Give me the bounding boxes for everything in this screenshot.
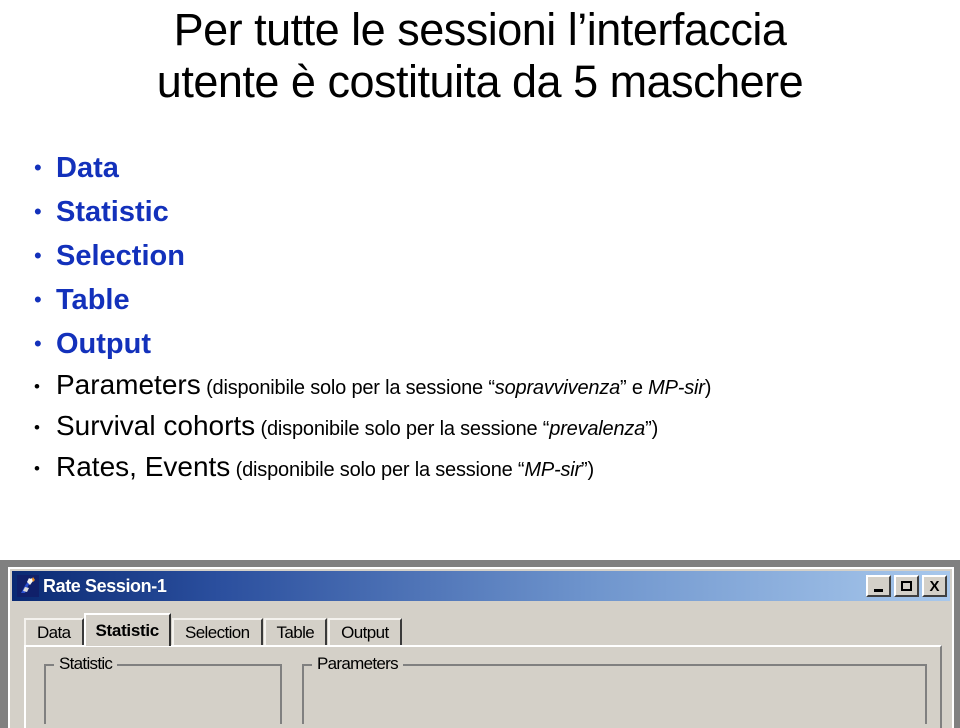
tab-label: Data bbox=[37, 623, 71, 642]
list-item-label: Table bbox=[56, 284, 130, 316]
list-item-note: (disponibile solo per la sessione “preva… bbox=[255, 418, 659, 440]
note-close: ) bbox=[704, 377, 712, 399]
note-emphasis-1: sopravvivenza bbox=[494, 377, 621, 399]
tab-label: Output bbox=[341, 623, 389, 642]
groupbox-label: Parameters bbox=[312, 654, 403, 674]
list-item-rates-events: • Rates, Events (disponibile solo per la… bbox=[0, 448, 960, 489]
list-item-title: Rates, Events bbox=[56, 451, 231, 482]
list-item-label: Data bbox=[56, 152, 119, 184]
bullet-icon: • bbox=[34, 418, 40, 437]
tab-output[interactable]: Output bbox=[328, 618, 402, 646]
list-item-survival-cohorts: • Survival cohorts (disponibile solo per… bbox=[0, 407, 960, 448]
list-item-note: (disponibile solo per la sessione “sopra… bbox=[201, 377, 711, 399]
page-title: Per tutte le sessioni l’interfaccia uten… bbox=[0, 0, 960, 108]
groupbox-label: Statistic bbox=[54, 654, 118, 674]
bullet-icon: • bbox=[34, 155, 42, 180]
bullet-icon: • bbox=[34, 199, 42, 224]
list-item-label: Output bbox=[56, 328, 152, 360]
tab-label: Selection bbox=[184, 623, 250, 642]
tab-label: Table bbox=[276, 623, 315, 642]
page-title-line-1: Per tutte le sessioni l’interfaccia bbox=[173, 4, 787, 55]
page-title-line-2: utente è costituita da 5 maschere bbox=[156, 56, 804, 107]
list-item-parameters: • Parameters (disponibile solo per la se… bbox=[0, 366, 960, 407]
minimize-icon bbox=[874, 588, 883, 592]
list-item-title: Survival cohorts bbox=[56, 410, 256, 441]
note-open: (disponibile solo per la sessione “ bbox=[255, 418, 550, 440]
list-item-label: Rates, Events (disponibile solo per la s… bbox=[56, 451, 960, 486]
note-open: (disponibile solo per la sessione “ bbox=[230, 459, 525, 481]
list-item-label: Parameters (disponibile solo per la sess… bbox=[56, 369, 960, 404]
maximize-button[interactable] bbox=[894, 575, 919, 597]
window-controls: X bbox=[866, 575, 947, 597]
groupbox-row: Statistic Parameters bbox=[26, 647, 940, 724]
list-item-selection: • Selection bbox=[0, 234, 960, 278]
note-emphasis-2: MP-sir bbox=[648, 377, 705, 399]
list-item-label: Selection bbox=[56, 240, 185, 272]
list-item-label: Survival cohorts (disponibile solo per l… bbox=[56, 410, 960, 445]
close-button[interactable]: X bbox=[922, 575, 947, 597]
tab-data[interactable]: Data bbox=[24, 618, 84, 646]
note-close: ) bbox=[587, 459, 594, 481]
note-close: ) bbox=[651, 418, 659, 440]
bullet-icon: • bbox=[34, 243, 42, 268]
app-icon bbox=[17, 575, 39, 597]
feature-bullet-list: • Data • Statistic • Selection • Table •… bbox=[0, 146, 960, 489]
tab-label: Statistic bbox=[95, 620, 160, 640]
tab-panel-statistic: Statistic Parameters bbox=[24, 645, 942, 728]
groupbox-statistic: Statistic bbox=[44, 654, 282, 724]
tab-statistic[interactable]: Statistic bbox=[83, 613, 171, 646]
list-item-note: (disponibile solo per la sessione “MP-si… bbox=[230, 459, 594, 481]
bullet-icon: • bbox=[34, 287, 42, 312]
note-emphasis-1: MP-sir bbox=[524, 459, 581, 481]
embedded-application-screenshot: Rate Session-1 X Data Statistic Selectio… bbox=[0, 560, 960, 728]
window-title: Rate Session-1 bbox=[43, 575, 167, 596]
list-item-data: • Data bbox=[0, 146, 960, 190]
list-item-statistic: • Statistic bbox=[0, 190, 960, 234]
tab-bar: Data Statistic Selection Table Output bbox=[24, 613, 952, 646]
bullet-icon: • bbox=[34, 331, 42, 356]
tab-selection[interactable]: Selection bbox=[171, 618, 263, 646]
note-open: (disponibile solo per la sessione “ bbox=[200, 377, 495, 399]
bullet-icon: • bbox=[34, 377, 40, 396]
list-item-label: Statistic bbox=[56, 196, 169, 228]
groupbox-parameters: Parameters bbox=[302, 654, 927, 724]
list-item-title: Parameters bbox=[56, 369, 201, 400]
bullet-icon: • bbox=[34, 459, 40, 478]
list-item-output: • Output bbox=[0, 322, 960, 366]
application-window: Rate Session-1 X Data Statistic Selectio… bbox=[8, 567, 954, 728]
note-mid: ” e bbox=[620, 377, 649, 399]
window-title-bar[interactable]: Rate Session-1 X bbox=[12, 571, 950, 601]
maximize-icon bbox=[901, 581, 912, 591]
note-emphasis-1: prevalenza bbox=[549, 418, 646, 440]
list-item-table: • Table bbox=[0, 278, 960, 322]
minimize-button[interactable] bbox=[866, 575, 891, 597]
tab-table[interactable]: Table bbox=[263, 618, 328, 646]
